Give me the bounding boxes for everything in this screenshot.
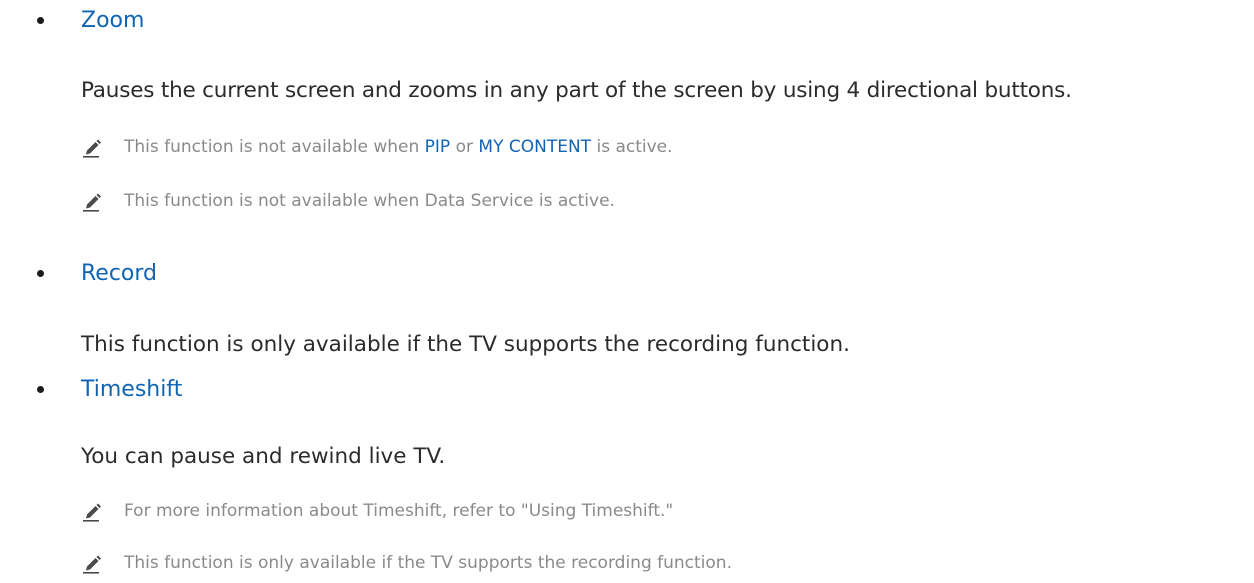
zoom-description: Pauses the current screen and zooms in a… bbox=[81, 78, 1072, 103]
note-text: This function is only available if the T… bbox=[124, 553, 732, 573]
note-text-before: This function is not available when bbox=[124, 137, 425, 157]
zoom-note-data-service: This function is not available when Data… bbox=[81, 190, 981, 212]
note-text: This function is not available when Data… bbox=[124, 191, 615, 211]
bullet-dot bbox=[37, 386, 44, 393]
note-text: For more information about Timeshift, re… bbox=[124, 501, 674, 521]
my-content-link[interactable]: MY CONTENT bbox=[478, 137, 591, 157]
pip-link[interactable]: PIP bbox=[425, 137, 451, 157]
note-text: This function is not available when PIP … bbox=[124, 137, 673, 157]
pencil-note-icon bbox=[83, 139, 101, 158]
bullet-dot bbox=[37, 17, 44, 24]
note-text-between: or bbox=[450, 137, 479, 157]
record-description: This function is only available if the T… bbox=[81, 332, 850, 357]
timeshift-description: You can pause and rewind live TV. bbox=[81, 444, 446, 469]
pencil-note-icon bbox=[83, 503, 101, 522]
zoom-heading: Zoom bbox=[81, 8, 145, 33]
note-text-after: is active. bbox=[591, 137, 673, 157]
pencil-note-icon bbox=[83, 555, 101, 574]
bullet-dot bbox=[37, 270, 44, 277]
zoom-note-pip: This function is not available when PIP … bbox=[81, 136, 981, 158]
record-heading: Record bbox=[81, 261, 158, 286]
pencil-note-icon bbox=[83, 193, 101, 212]
timeshift-note-recording: This function is only available if the T… bbox=[81, 552, 981, 574]
timeshift-note-info: For more information about Timeshift, re… bbox=[81, 500, 981, 522]
timeshift-heading: Timeshift bbox=[81, 377, 183, 402]
